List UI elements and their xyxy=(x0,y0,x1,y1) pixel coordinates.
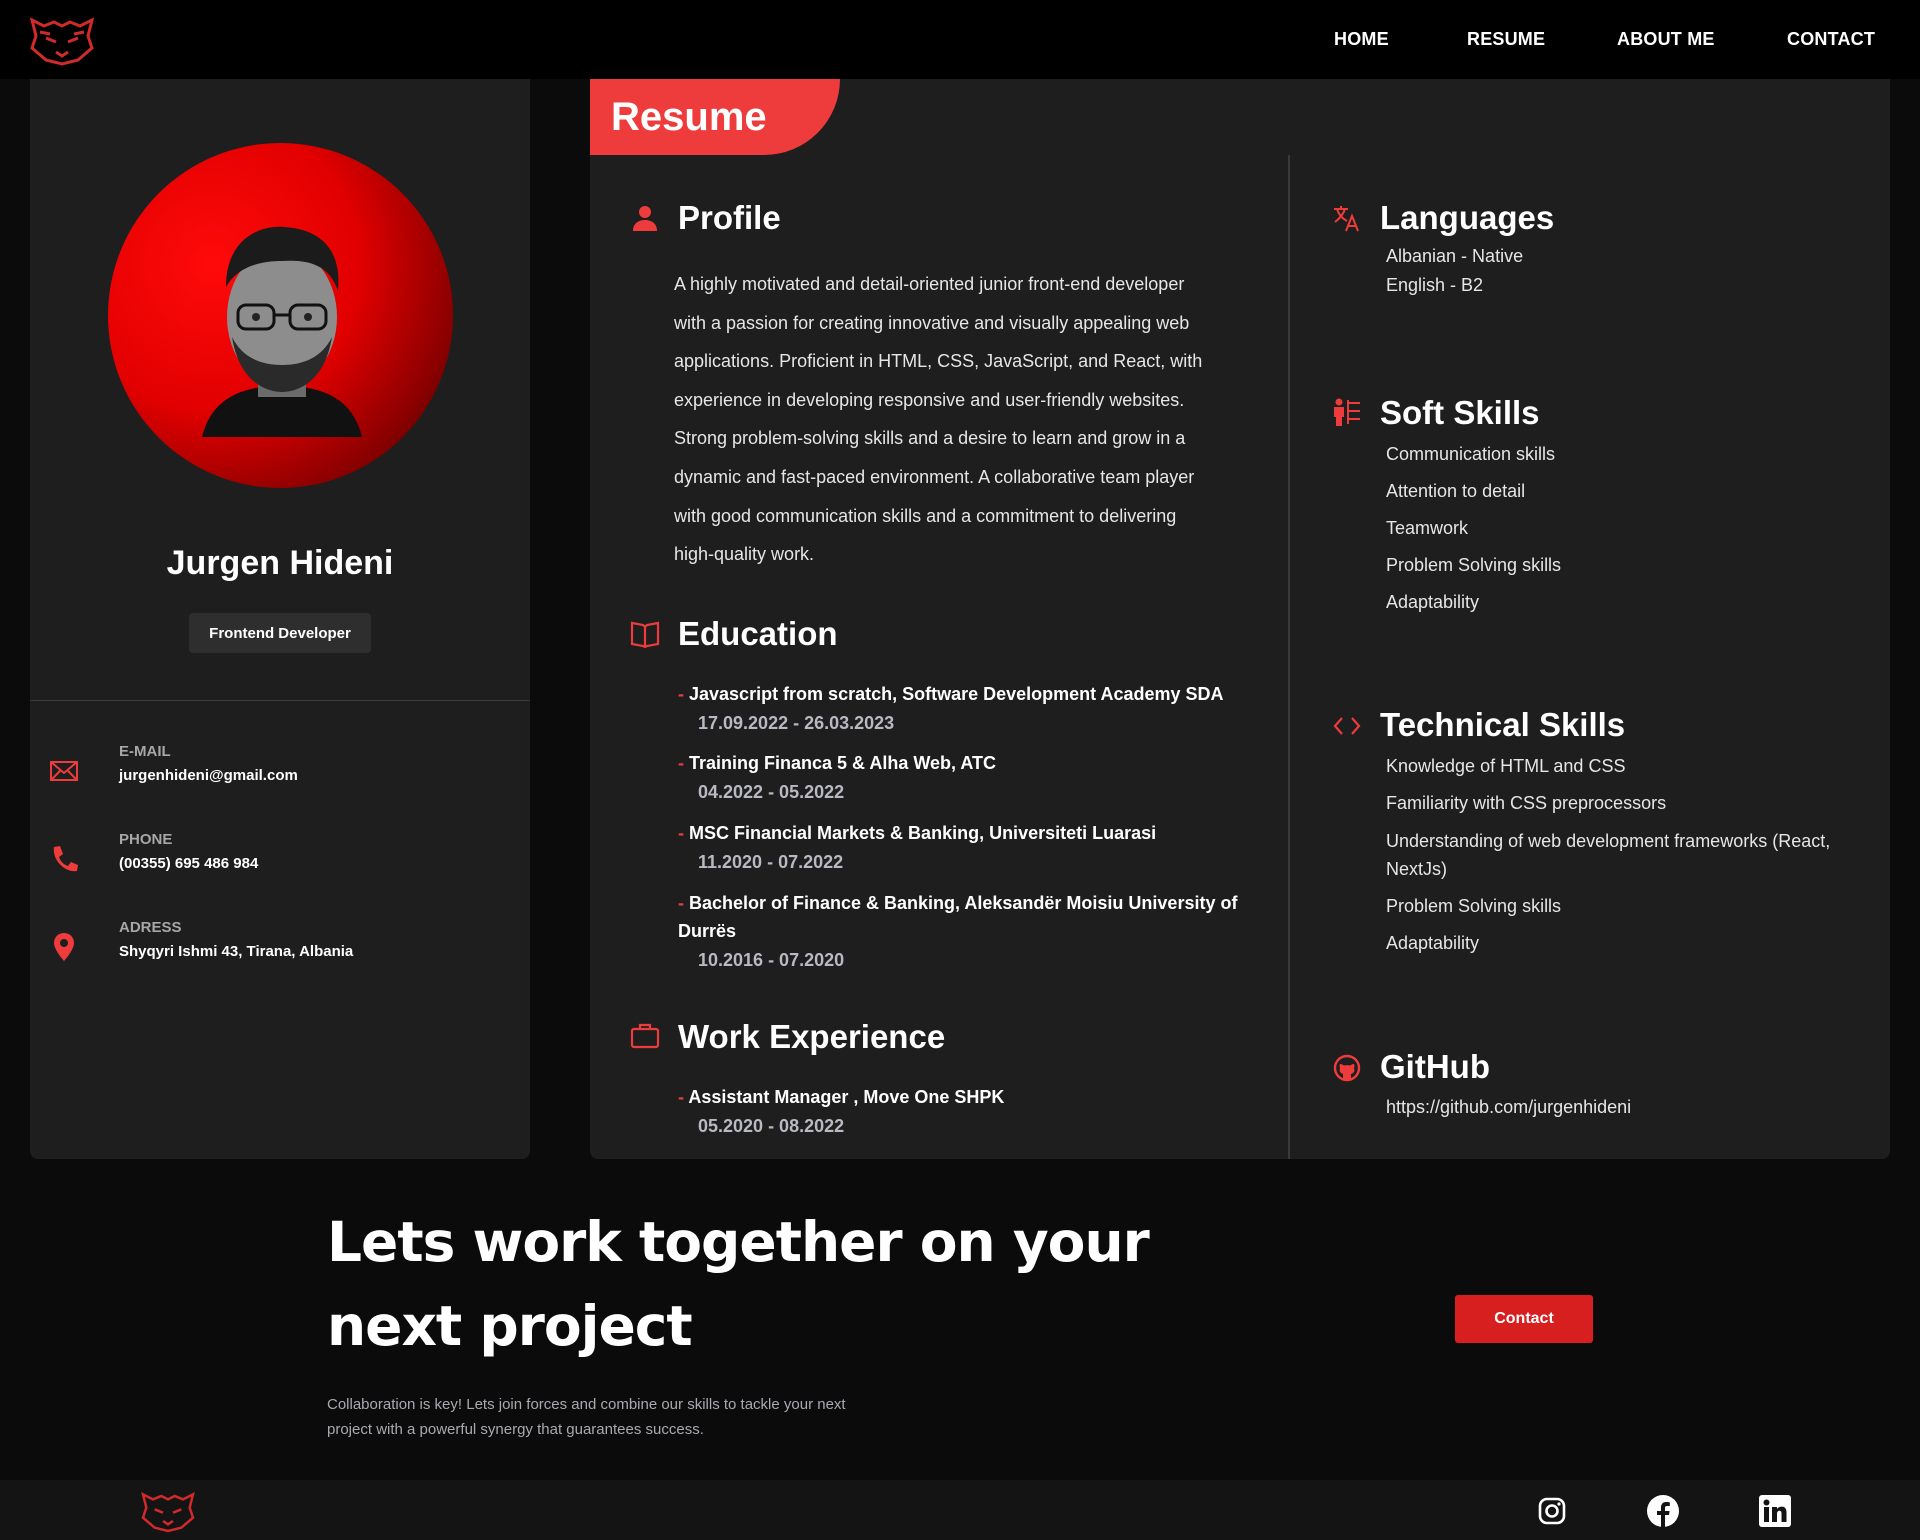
linkedin-icon[interactable] xyxy=(1758,1494,1792,1528)
soft-skill-item: Problem Solving skills xyxy=(1386,555,1562,575)
contact-button[interactable]: Contact xyxy=(1455,1295,1593,1343)
briefcase-icon xyxy=(630,1023,660,1049)
work-heading: Work Experience xyxy=(678,1018,946,1055)
soft-skills-list: Communication skills Attention to detail… xyxy=(1386,436,1561,621)
phone-label: PHONE xyxy=(119,831,173,848)
education-item-dates: 10.2016 - 07.2020 xyxy=(698,950,845,970)
github-heading: GitHub xyxy=(1380,1048,1490,1085)
email-value[interactable]: jurgenhideni@gmail.com xyxy=(119,767,298,784)
book-icon xyxy=(630,621,660,649)
portrait-image xyxy=(202,226,362,437)
address-label: ADRESS xyxy=(119,919,182,936)
education-item-title: Training Financa 5 & Alha Web, ATC xyxy=(689,753,997,773)
technical-skills-list: Knowledge of HTML and CSS Familiarity wi… xyxy=(1386,748,1856,962)
work-item-title: Assistant Manager , Move One SHPK xyxy=(688,1087,1005,1107)
list-dash: - xyxy=(678,753,689,773)
nav-home-link[interactable]: HOME xyxy=(1334,29,1389,50)
list-dash: - xyxy=(678,893,689,913)
translate-icon xyxy=(1334,206,1359,232)
cta-text: Collaboration is key! Lets join forces a… xyxy=(327,1396,846,1438)
profile-name: Jurgen Hideni xyxy=(166,544,394,582)
nav-about-link[interactable]: ABOUT ME xyxy=(1617,29,1715,50)
education-item: - MSC Financial Markets & Banking, Unive… xyxy=(678,819,1278,877)
soft-skill-item: Teamwork xyxy=(1386,518,1469,538)
column-divider xyxy=(1288,155,1290,1159)
cta-heading-line: Lets work together on your xyxy=(327,1210,1150,1274)
github-icon xyxy=(1333,1054,1361,1082)
facebook-icon[interactable] xyxy=(1646,1494,1680,1528)
languages-heading: Languages xyxy=(1380,199,1555,236)
language-item: Albanian - Native xyxy=(1386,246,1524,266)
phone-value[interactable]: (00355) 695 486 984 xyxy=(119,855,258,872)
education-item: - Training Financa 5 & Alha Web, ATC 04.… xyxy=(678,749,1278,807)
email-label: E-MAIL xyxy=(119,743,171,760)
github-link[interactable]: https://github.com/jurgenhideni xyxy=(1386,1089,1631,1126)
cta-heading: Lets work together on your next project xyxy=(327,1200,1227,1368)
language-item: English - B2 xyxy=(1386,275,1484,295)
contact-phone: PHONE (00355) 695 486 984 xyxy=(30,831,530,891)
phone-icon xyxy=(53,846,78,872)
soft-skill-item: Attention to detail xyxy=(1386,481,1526,501)
resume-tab-title: Resume xyxy=(590,79,840,155)
role-badge: Frontend Developer xyxy=(189,613,371,653)
education-item: - Javascript from scratch, Software Deve… xyxy=(678,680,1278,738)
avatar xyxy=(108,143,453,488)
contact-address: ADRESS Shyqyri Ishmi 43, Tirana, Albania xyxy=(30,919,530,979)
work-item: - Assistant Manager , Move One SHPK 05.2… xyxy=(678,1083,1278,1141)
github-link-wrap: https://github.com/jurgenhideni xyxy=(1386,1089,1631,1126)
soft-skill-item: Adaptability xyxy=(1386,592,1480,612)
education-item-dates: 04.2022 - 05.2022 xyxy=(698,782,845,802)
education-item: - Bachelor of Finance & Banking, Aleksan… xyxy=(678,889,1258,975)
cta-heading-line: next project xyxy=(327,1294,693,1358)
list-dash: - xyxy=(678,684,689,704)
top-navbar: HOME RESUME ABOUT ME CONTACT xyxy=(0,0,1920,79)
education-item-dates: 11.2020 - 07.2022 xyxy=(698,852,844,872)
education-item-title: Bachelor of Finance & Banking, Aleksandë… xyxy=(678,893,1238,941)
tiger-logo-icon[interactable] xyxy=(138,1488,198,1534)
nav-resume-link[interactable]: RESUME xyxy=(1467,29,1545,50)
resume-card: Resume Profile A highly motivated and de… xyxy=(590,79,1890,1159)
person-hierarchy-icon xyxy=(1334,398,1360,426)
work-item-dates: 05.2020 - 08.2022 xyxy=(698,1116,845,1136)
envelope-icon xyxy=(50,761,78,781)
profile-text: A highly motivated and detail-oriented j… xyxy=(674,274,1203,565)
address-value: Shyqyri Ishmi 43, Tirana, Albania xyxy=(119,943,354,960)
list-dash: - xyxy=(678,823,689,843)
instagram-icon[interactable] xyxy=(1535,1494,1569,1528)
education-item-title: Javascript from scratch, Software Develo… xyxy=(689,684,1224,704)
soft-skills-heading: Soft Skills xyxy=(1380,394,1540,431)
technical-skill-item: Understanding of web development framewo… xyxy=(1386,831,1831,879)
soft-skill-item: Communication skills xyxy=(1386,444,1556,464)
sidebar-divider xyxy=(30,700,530,701)
tiger-logo-icon[interactable] xyxy=(26,14,98,66)
code-brackets-icon xyxy=(1333,717,1361,735)
user-icon xyxy=(633,206,657,231)
education-heading: Education xyxy=(678,615,838,652)
footer xyxy=(0,1480,1920,1540)
list-dash: - xyxy=(678,1087,689,1107)
profile-sidebar: Jurgen Hideni Frontend Developer E-MAIL … xyxy=(30,79,530,1159)
nav-contact-link[interactable]: CONTACT xyxy=(1787,29,1875,50)
contact-email: E-MAIL jurgenhideni@gmail.com xyxy=(30,743,530,803)
education-item-dates: 17.09.2022 - 26.03.2023 xyxy=(698,713,895,733)
technical-skill-item: Problem Solving skills xyxy=(1386,896,1562,916)
technical-skills-heading: Technical Skills xyxy=(1380,706,1626,743)
languages-list: Albanian - Native English - B2 xyxy=(1386,242,1523,300)
technical-skill-item: Familiarity with CSS preprocessors xyxy=(1386,793,1667,813)
technical-skill-item: Knowledge of HTML and CSS xyxy=(1386,756,1626,776)
technical-skill-item: Adaptability xyxy=(1386,933,1480,953)
profile-heading: Profile xyxy=(678,199,781,236)
location-pin-icon xyxy=(54,933,74,961)
education-item-title: MSC Financial Markets & Banking, Univers… xyxy=(689,823,1157,843)
